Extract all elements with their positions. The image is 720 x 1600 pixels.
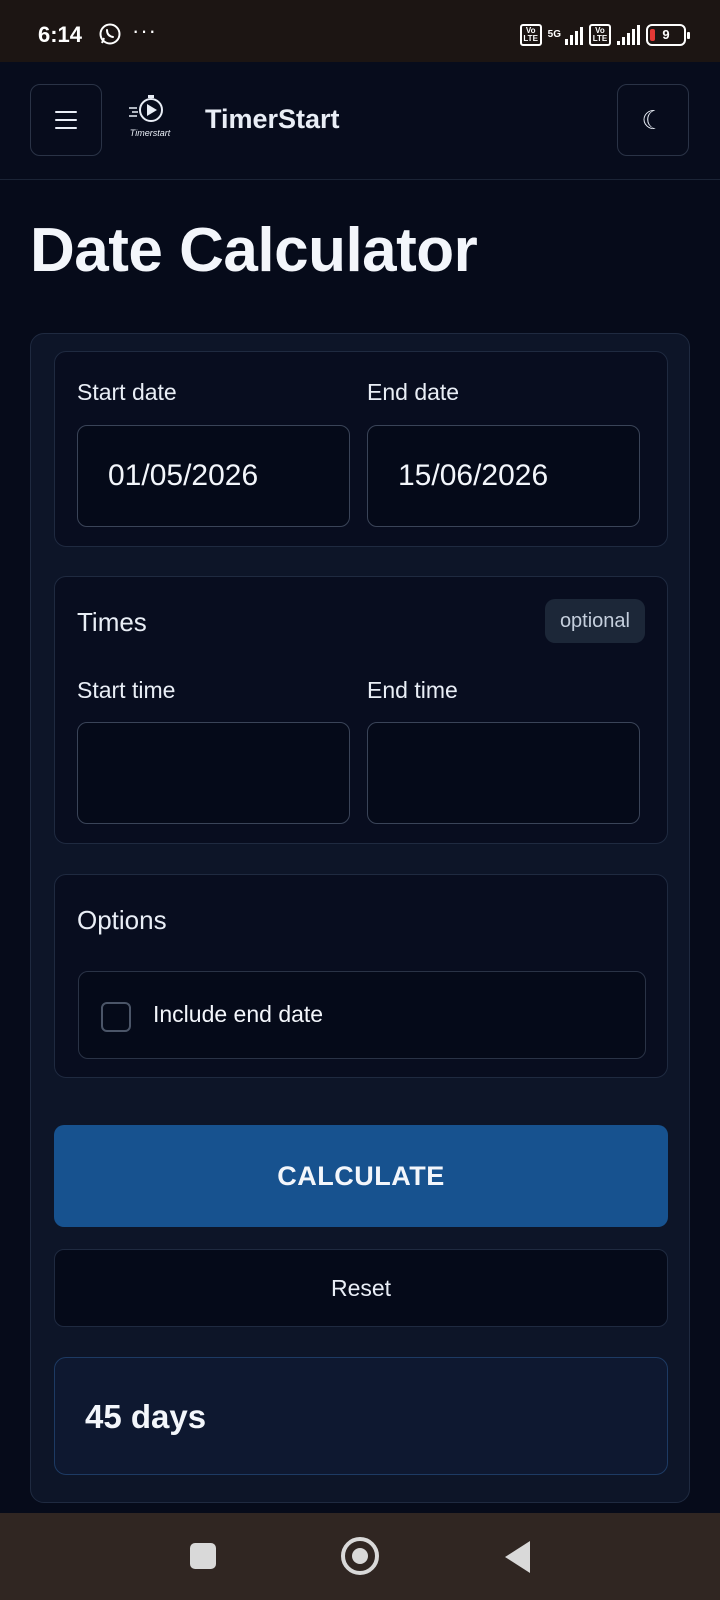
calculate-button[interactable]: CALCULATE <box>54 1125 668 1227</box>
end-date-field[interactable]: 15/06/2026 <box>367 425 640 527</box>
start-date-label: Start date <box>77 379 177 405</box>
volte-icon-2: Vo LTE <box>589 24 611 46</box>
signal-icon-2 <box>617 25 640 45</box>
recent-apps-icon[interactable] <box>190 1543 216 1569</box>
home-icon[interactable] <box>341 1537 379 1575</box>
calculator-card: Start date End date 01/05/2026 15/06/202… <box>30 333 690 1503</box>
start-time-field[interactable] <box>77 722 350 824</box>
include-end-date-checkbox[interactable] <box>101 1002 131 1032</box>
dates-panel: Start date End date 01/05/2026 15/06/202… <box>54 351 668 547</box>
end-date-label: End date <box>367 379 460 405</box>
navigation-bar <box>0 1513 720 1600</box>
include-end-date-option[interactable]: Include end date <box>78 971 646 1059</box>
times-title: Times <box>77 607 147 637</box>
result-value: 45 days <box>85 1398 207 1435</box>
page-title: Date Calculator <box>30 216 478 285</box>
end-time-field[interactable] <box>367 722 640 824</box>
whatsapp-icon <box>99 23 121 45</box>
status-icons: Vo LTE 5G Vo LTE 9 <box>519 22 690 48</box>
status-bar: 6:14 ··· Vo LTE 5G Vo LTE 9 <box>0 0 720 62</box>
network-type: 5G <box>547 29 561 40</box>
more-notifications-icon: ··· <box>132 18 157 43</box>
optional-badge: optional <box>544 599 645 643</box>
theme-toggle-button[interactable]: ☾ <box>617 84 689 156</box>
result-panel: 45 days <box>54 1357 668 1475</box>
hamburger-icon <box>55 111 77 129</box>
start-date-field[interactable]: 01/05/2026 <box>77 425 350 527</box>
options-panel: Options Include end date <box>54 874 668 1078</box>
logo-text: Timerstart <box>129 128 171 138</box>
timerstart-logo[interactable]: Timerstart <box>124 94 176 140</box>
end-time-label: End time <box>367 677 458 703</box>
back-icon[interactable] <box>505 1541 530 1573</box>
volte-icon: Vo LTE <box>519 24 542 46</box>
reset-button[interactable]: Reset <box>54 1249 668 1327</box>
stopwatch-play-icon <box>129 95 163 122</box>
status-time: 6:14 <box>38 22 83 47</box>
menu-button[interactable] <box>30 84 102 156</box>
start-time-label: Start time <box>77 677 176 703</box>
moon-icon: ☾ <box>641 104 665 135</box>
battery-icon: 9 <box>646 24 690 46</box>
options-title: Options <box>77 905 167 935</box>
include-end-date-label[interactable]: Include end date <box>153 1001 323 1028</box>
signal-icon <box>565 25 583 45</box>
brand-name[interactable]: TimerStart <box>205 104 340 135</box>
app-header: Timerstart TimerStart ☾ <box>0 62 720 180</box>
times-panel: Times optional Start time End time <box>54 576 668 844</box>
